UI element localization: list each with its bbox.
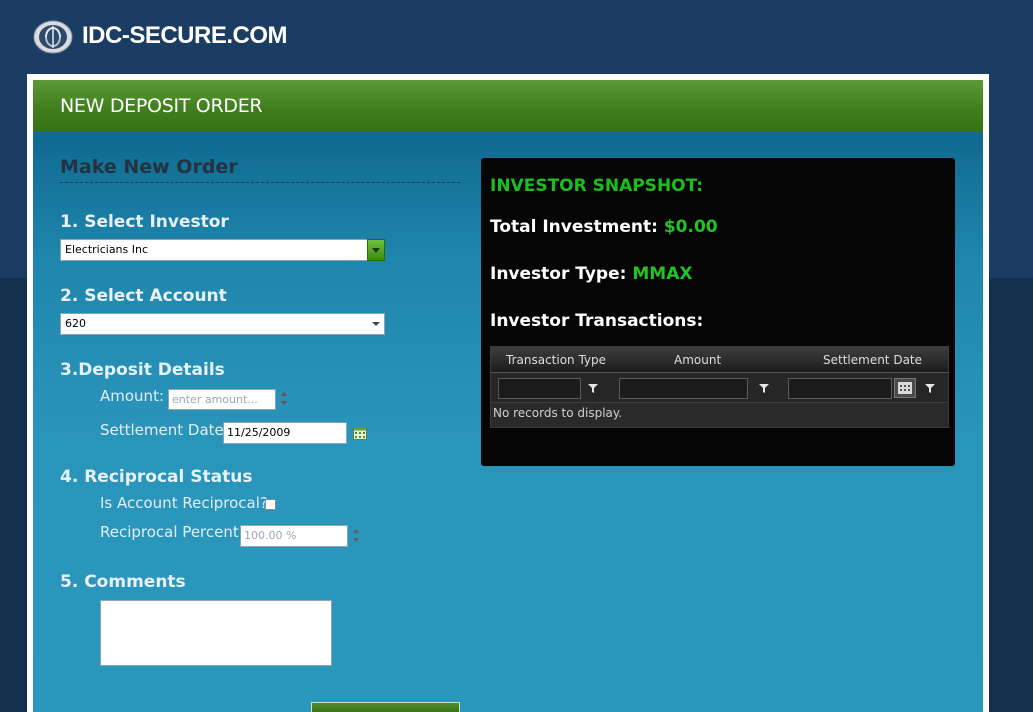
amount-label: Amount: xyxy=(100,387,164,405)
snapshot-title: INVESTOR SNAPSHOT: xyxy=(490,176,704,196)
step2-label: 2. Select Account xyxy=(60,286,227,306)
funnel-filter-icon[interactable] xyxy=(925,384,935,393)
top-bar: IDC-SECURE.COM xyxy=(0,0,1033,74)
column-header-settlement-date[interactable]: Settlement Date xyxy=(823,353,922,367)
calendar-icon[interactable] xyxy=(894,378,916,398)
site-name[interactable]: IDC-SECURE.COM xyxy=(82,22,288,50)
spinner-icon[interactable] xyxy=(352,527,360,545)
panel-title: NEW DEPOSIT ORDER xyxy=(60,95,263,117)
amount-input[interactable]: enter amount... xyxy=(168,389,276,410)
investor-type: Investor Type: MMAX xyxy=(490,264,692,284)
comments-textarea[interactable] xyxy=(100,600,332,666)
chevron-down-icon[interactable] xyxy=(367,239,385,261)
column-header-amount[interactable]: Amount xyxy=(674,353,721,367)
investor-select-value: Electricians Inc xyxy=(65,243,149,256)
deposit-order-panel: NEW DEPOSIT ORDER Make New Order 1. Sele… xyxy=(33,80,983,712)
settlement-date-input[interactable]: 11/25/2009 xyxy=(223,422,347,444)
investor-type-label: Investor Type: xyxy=(490,264,627,284)
step1-label: 1. Select Investor xyxy=(60,212,229,232)
submit-button[interactable] xyxy=(311,702,460,712)
step3-label: 3.Deposit Details xyxy=(60,360,225,380)
reciprocal-percent-label: Reciprocal Percent: xyxy=(100,523,244,541)
grid-filter-row xyxy=(491,373,948,403)
grid-empty-message: No records to display. xyxy=(493,406,623,420)
grid-header: Transaction Type Amount Settlement Date xyxy=(491,347,948,373)
settlement-date-label: Settlement Date: xyxy=(100,421,229,439)
filter-amount-input[interactable] xyxy=(619,378,748,399)
form-title: Make New Order xyxy=(60,156,460,183)
total-investment-value: $0.00 xyxy=(663,217,718,237)
reciprocal-label: Is Account Reciprocal? xyxy=(100,494,268,512)
investor-type-value: MMAX xyxy=(632,264,693,284)
calendar-icon[interactable] xyxy=(353,427,367,440)
total-investment-label: Total Investment: xyxy=(490,217,658,237)
investor-snapshot: INVESTOR SNAPSHOT: Total Investment: $0.… xyxy=(481,158,955,466)
account-select-value: 620 xyxy=(65,317,86,330)
filter-transaction-type-input[interactable] xyxy=(498,378,581,399)
reciprocal-checkbox[interactable] xyxy=(265,499,276,510)
filter-settlement-date-input[interactable] xyxy=(788,378,892,399)
panel-header: NEW DEPOSIT ORDER xyxy=(33,80,983,132)
transactions-label: Investor Transactions: xyxy=(490,311,704,331)
column-header-transaction-type[interactable]: Transaction Type xyxy=(506,353,606,367)
content-frame: NEW DEPOSIT ORDER Make New Order 1. Sele… xyxy=(27,74,989,712)
funnel-filter-icon[interactable] xyxy=(588,384,598,393)
chevron-down-icon[interactable] xyxy=(372,322,380,326)
total-investment: Total Investment: $0.00 xyxy=(490,217,718,237)
globe-logo-icon xyxy=(33,20,73,54)
step4-label: 4. Reciprocal Status xyxy=(60,467,253,487)
reciprocal-percent-input[interactable]: 100.00 % xyxy=(240,525,348,547)
account-select[interactable]: 620 xyxy=(60,313,385,335)
funnel-filter-icon[interactable] xyxy=(759,384,769,393)
spinner-icon[interactable] xyxy=(280,390,288,408)
transactions-grid: Transaction Type Amount Settlement Date xyxy=(490,346,949,428)
investor-select[interactable]: Electricians Inc xyxy=(60,239,385,261)
step5-label: 5. Comments xyxy=(60,572,186,592)
